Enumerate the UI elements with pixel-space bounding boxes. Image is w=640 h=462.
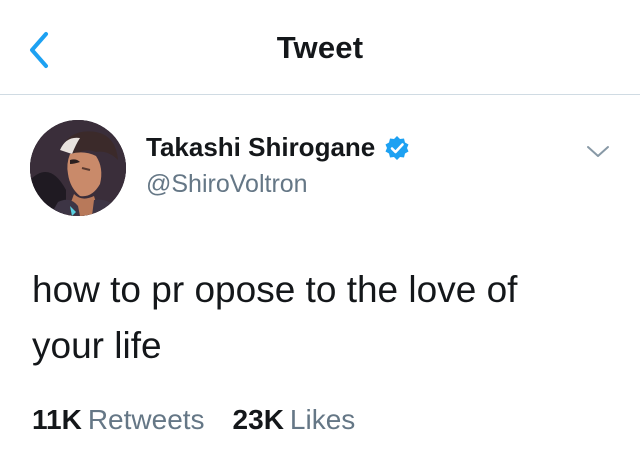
tweet-text-line: your life — [32, 325, 162, 366]
likes-label: Likes — [289, 404, 356, 435]
display-name: Takashi Shirogane — [146, 132, 376, 162]
tweet-text-line: how to pr opose to the love of — [32, 269, 518, 310]
avatar-image — [30, 120, 126, 216]
tweet-stats: 11K Retweets 23K Likes — [32, 404, 355, 436]
retweets-count: 11K — [32, 404, 82, 435]
author-name-row[interactable]: Takashi Shirogane — [146, 132, 410, 163]
likes-count: 23K — [232, 404, 284, 435]
avatar[interactable] — [30, 120, 126, 216]
verified-badge-icon — [384, 135, 410, 161]
tweet-text: how to pr opose to the love of your life — [32, 262, 612, 374]
top-bar: Tweet — [0, 0, 640, 95]
author-handle[interactable]: @ShiroVoltron — [146, 170, 308, 199]
page-title: Tweet — [276, 30, 364, 65]
retweets-stat[interactable]: 11K Retweets — [32, 404, 205, 436]
likes-stat[interactable]: 23K Likes — [233, 404, 356, 436]
chevron-down-icon — [587, 146, 609, 157]
retweets-label: Retweets — [87, 404, 205, 435]
tweet-menu-button[interactable] — [584, 140, 612, 162]
